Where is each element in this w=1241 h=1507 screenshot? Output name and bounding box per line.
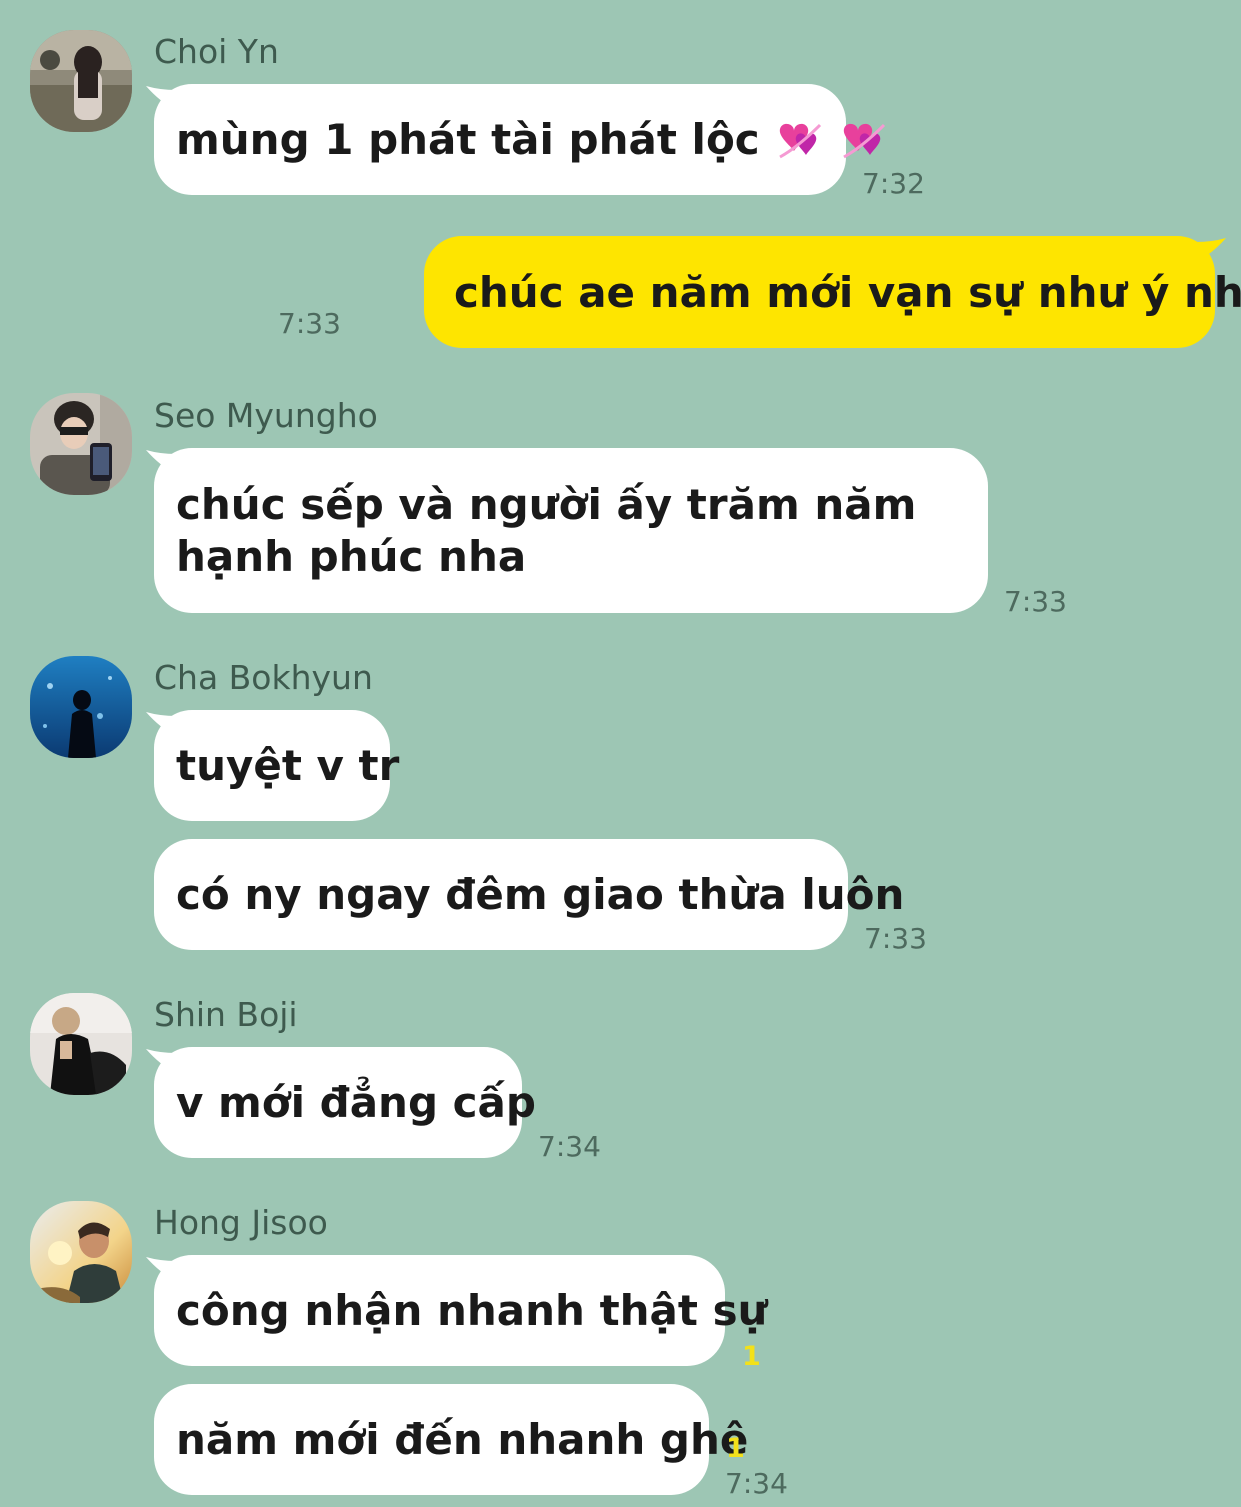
message-text: chúc ae năm mới vạn sự như ý nha <box>454 267 1241 317</box>
message-text: mùng 1 phát tài phát lộc <box>176 115 760 164</box>
message-time: 7:33 <box>864 922 927 955</box>
sender-name: Seo Myungho <box>154 396 378 435</box>
bubble-tail <box>1196 238 1226 262</box>
message-text: năm mới đến nhanh ghê <box>176 1415 749 1464</box>
shin-boji-avatar[interactable] <box>30 993 132 1095</box>
seo-myungho-avatar[interactable] <box>30 393 132 495</box>
two-hearts-icon <box>836 117 888 163</box>
message-time: 7:34 <box>538 1130 601 1163</box>
message-bubble[interactable]: tuyệt v tr <box>154 710 399 821</box>
message-time: 7:34 <box>725 1467 788 1500</box>
message-text: tuyệt v tr <box>176 741 400 790</box>
message-text: có ny ngay đêm giao thừa luôn <box>176 870 905 919</box>
message-time: 7:33 <box>278 307 341 340</box>
sender-name: Choi Yn <box>154 32 279 71</box>
choi-yn-avatar[interactable] <box>30 30 132 132</box>
message-text: v mới đẳng cấp <box>176 1078 536 1127</box>
my-message-bubble[interactable]: chúc ae năm mới vạn sự như ý nha <box>424 236 1241 348</box>
sender-name: Hong Jisoo <box>154 1203 328 1242</box>
two-hearts-icon <box>772 117 824 163</box>
message-time: 7:32 <box>862 167 925 200</box>
message-bubble[interactable]: mùng 1 phát tài phát lộc <box>154 84 885 195</box>
hong-jisoo-avatar[interactable] <box>30 1201 132 1303</box>
message-text: chúc sếp và người ấy trăm năm hạnh phúc … <box>176 479 917 581</box>
sender-name: Shin Boji <box>154 995 298 1034</box>
message-bubble[interactable]: chúc sếp và người ấy trăm năm hạnh phúc … <box>154 448 988 613</box>
message-text: công nhận nhanh thật sự <box>176 1286 768 1335</box>
unread-count: 1 <box>726 1433 745 1464</box>
message-time: 7:33 <box>1004 585 1067 618</box>
message-bubble[interactable]: v mới đẳng cấp <box>154 1047 536 1158</box>
message-bubble[interactable]: năm mới đến nhanh ghê <box>154 1384 748 1495</box>
message-bubble[interactable]: có ny ngay đêm giao thừa luôn <box>154 839 904 950</box>
sender-name: Cha Bokhyun <box>154 658 373 697</box>
unread-count: 1 <box>742 1341 761 1372</box>
message-bubble[interactable]: công nhận nhanh thật sự <box>154 1255 768 1366</box>
cha-bokhyun-avatar[interactable] <box>30 656 132 758</box>
